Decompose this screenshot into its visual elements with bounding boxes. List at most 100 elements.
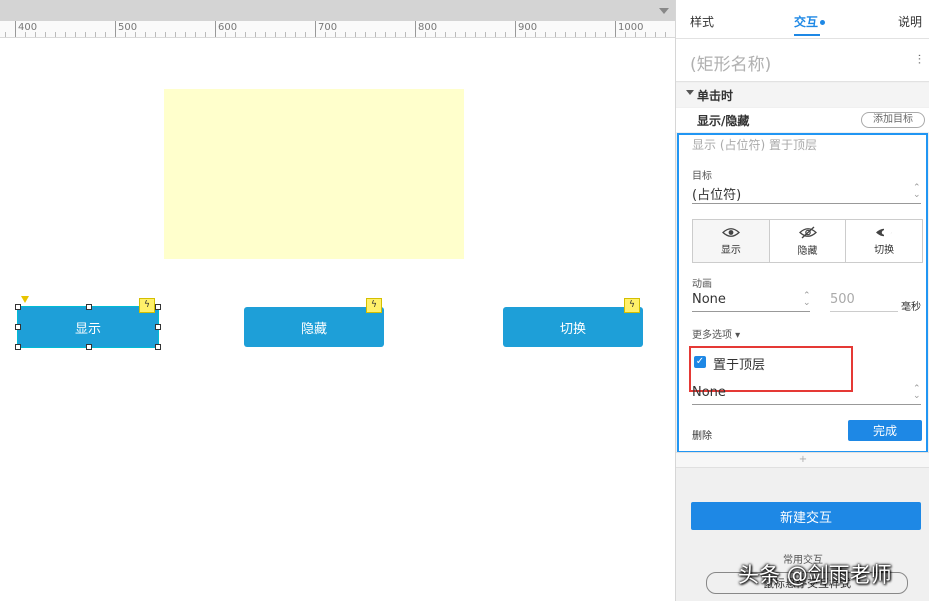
ruler-label: 1000 (618, 22, 644, 33)
ruler-minor-tick (255, 32, 256, 37)
widget-name-input[interactable]: (矩形名称) (690, 50, 771, 75)
ruler-minor-tick (585, 32, 586, 37)
ruler-minor-tick (185, 32, 186, 37)
ruler-major-tick (615, 21, 616, 37)
ruler-minor-tick (265, 32, 266, 37)
action-row[interactable]: 显示/隐藏 添加目标 (676, 108, 929, 132)
visibility-label: 显示 (720, 244, 741, 256)
visibility-option-toggle[interactable]: 切换 (846, 220, 922, 262)
done-button[interactable]: 完成 (848, 420, 922, 441)
ruler-minor-tick (195, 32, 196, 37)
eye-off-icon (798, 226, 817, 238)
settings-sliders-icon[interactable]: ⫶ (918, 53, 921, 68)
visibility-option-hide[interactable]: 隐藏 (770, 220, 847, 262)
collapse-arrow-icon[interactable] (686, 90, 694, 95)
ruler-label: 800 (418, 22, 438, 33)
lightning-icon: ϟ (624, 298, 640, 313)
show-button[interactable]: 显示 (17, 306, 159, 348)
ruler-minor-tick (475, 32, 476, 37)
ruler-minor-tick (45, 32, 46, 37)
ruler-minor-tick (95, 32, 96, 37)
duration-input[interactable]: 500 (830, 292, 898, 312)
animation-select[interactable]: None (692, 292, 810, 312)
eye-icon (721, 227, 740, 237)
design-canvas[interactable]: 400 500 600 700 800 900 1000 显示 ϟ 隐藏 ϟ 切换 ϟ (0, 0, 675, 601)
indicator-dot-icon (820, 20, 826, 25)
ruler-minor-tick (485, 32, 486, 37)
resize-handle[interactable] (86, 344, 92, 350)
inspector-panel: 样式 交互 说明 (矩形名称) ⫶ 单击时 显示/隐藏 添加目标 显示 (占位符… (675, 0, 929, 601)
ruler-minor-tick (505, 32, 506, 37)
select-arrows-icon: ⌃ ⌄ (803, 291, 811, 308)
ruler-minor-tick (155, 32, 156, 37)
chevron-down-icon[interactable] (659, 8, 669, 14)
selection-marker-icon (21, 296, 29, 303)
visibility-option-show[interactable]: 显示 (693, 220, 770, 262)
new-interaction-button[interactable]: 新建交互 (691, 502, 921, 530)
hide-button[interactable]: 隐藏 (244, 307, 384, 347)
resize-handle[interactable] (15, 324, 21, 330)
layer-select[interactable]: None (692, 385, 921, 405)
ruler-minor-tick (105, 32, 106, 37)
action-editor: 显示 (占位符) 置于顶层 目标 (占位符) ⌃ ⌄ 显示 隐藏 切换 动画 No… (677, 133, 928, 453)
eye-toggle-icon (876, 227, 893, 237)
visibility-label: 切换 (874, 244, 895, 256)
resize-handle[interactable] (155, 344, 161, 350)
ruler-minor-tick (545, 32, 546, 37)
ruler-minor-tick (285, 32, 286, 37)
bring-to-front-checkbox[interactable]: ✓ (694, 356, 706, 368)
add-target-button[interactable]: 添加目标 (861, 112, 925, 128)
ruler-minor-tick (65, 32, 66, 37)
bring-to-front-label: 置于顶层 (713, 358, 766, 373)
tab-interaction[interactable]: 交互 (794, 13, 826, 30)
resize-handle[interactable] (155, 304, 161, 310)
visibility-label: 隐藏 (797, 245, 818, 257)
ruler-minor-tick (165, 32, 166, 37)
event-header[interactable]: 单击时 (676, 83, 929, 107)
toggle-button[interactable]: 切换 (503, 307, 643, 347)
ruler-minor-tick (75, 32, 76, 37)
ruler-minor-tick (345, 32, 346, 37)
resize-handle[interactable] (86, 304, 92, 310)
resize-handle[interactable] (155, 324, 161, 330)
event-title: 单击时 (697, 89, 734, 103)
ruler-major-tick (315, 21, 316, 37)
add-action-divider[interactable]: + (676, 452, 929, 468)
tab-style[interactable]: 样式 (690, 13, 714, 30)
ruler-minor-tick (145, 32, 146, 37)
resize-handle[interactable] (15, 344, 21, 350)
ruler-minor-tick (295, 32, 296, 37)
ruler-minor-tick (275, 32, 276, 37)
tab-notes[interactable]: 说明 (898, 13, 922, 30)
ruler-minor-tick (395, 32, 396, 37)
delete-link[interactable]: 删除 (692, 427, 712, 442)
tab-interaction-label: 交互 (794, 15, 819, 29)
more-options-toggle[interactable]: 更多选项 ▾ (692, 326, 740, 341)
ruler-minor-tick (655, 32, 656, 37)
ruler-minor-tick (575, 32, 576, 37)
action-title: 显示/隐藏 (697, 114, 750, 128)
duration-unit: 毫秒 (901, 302, 921, 313)
ruler-minor-tick (85, 32, 86, 37)
watermark: 头条 @剑雨老师 (738, 563, 892, 587)
ruler-minor-tick (365, 32, 366, 37)
lightning-icon: ϟ (139, 298, 155, 313)
ruler-minor-tick (465, 32, 466, 37)
plus-icon[interactable]: + (799, 454, 807, 465)
widget-name-bar: (矩形名称) ⫶ (676, 39, 929, 82)
ruler-major-tick (15, 21, 16, 37)
resize-handle[interactable] (15, 304, 21, 310)
active-tab-indicator (794, 34, 820, 36)
ruler-minor-tick (205, 32, 206, 37)
duration-value: 500 (830, 292, 855, 307)
ruler-minor-tick (305, 32, 306, 37)
ruler-minor-tick (595, 32, 596, 37)
placeholder-rectangle[interactable] (164, 89, 464, 259)
ruler-minor-tick (455, 32, 456, 37)
ruler-major-tick (415, 21, 416, 37)
animation-value: None (692, 292, 726, 307)
target-value: (占位符) (692, 188, 742, 203)
ruler-minor-tick (355, 32, 356, 37)
ruler-label: 900 (518, 22, 538, 33)
target-select[interactable]: (占位符) (692, 184, 921, 204)
